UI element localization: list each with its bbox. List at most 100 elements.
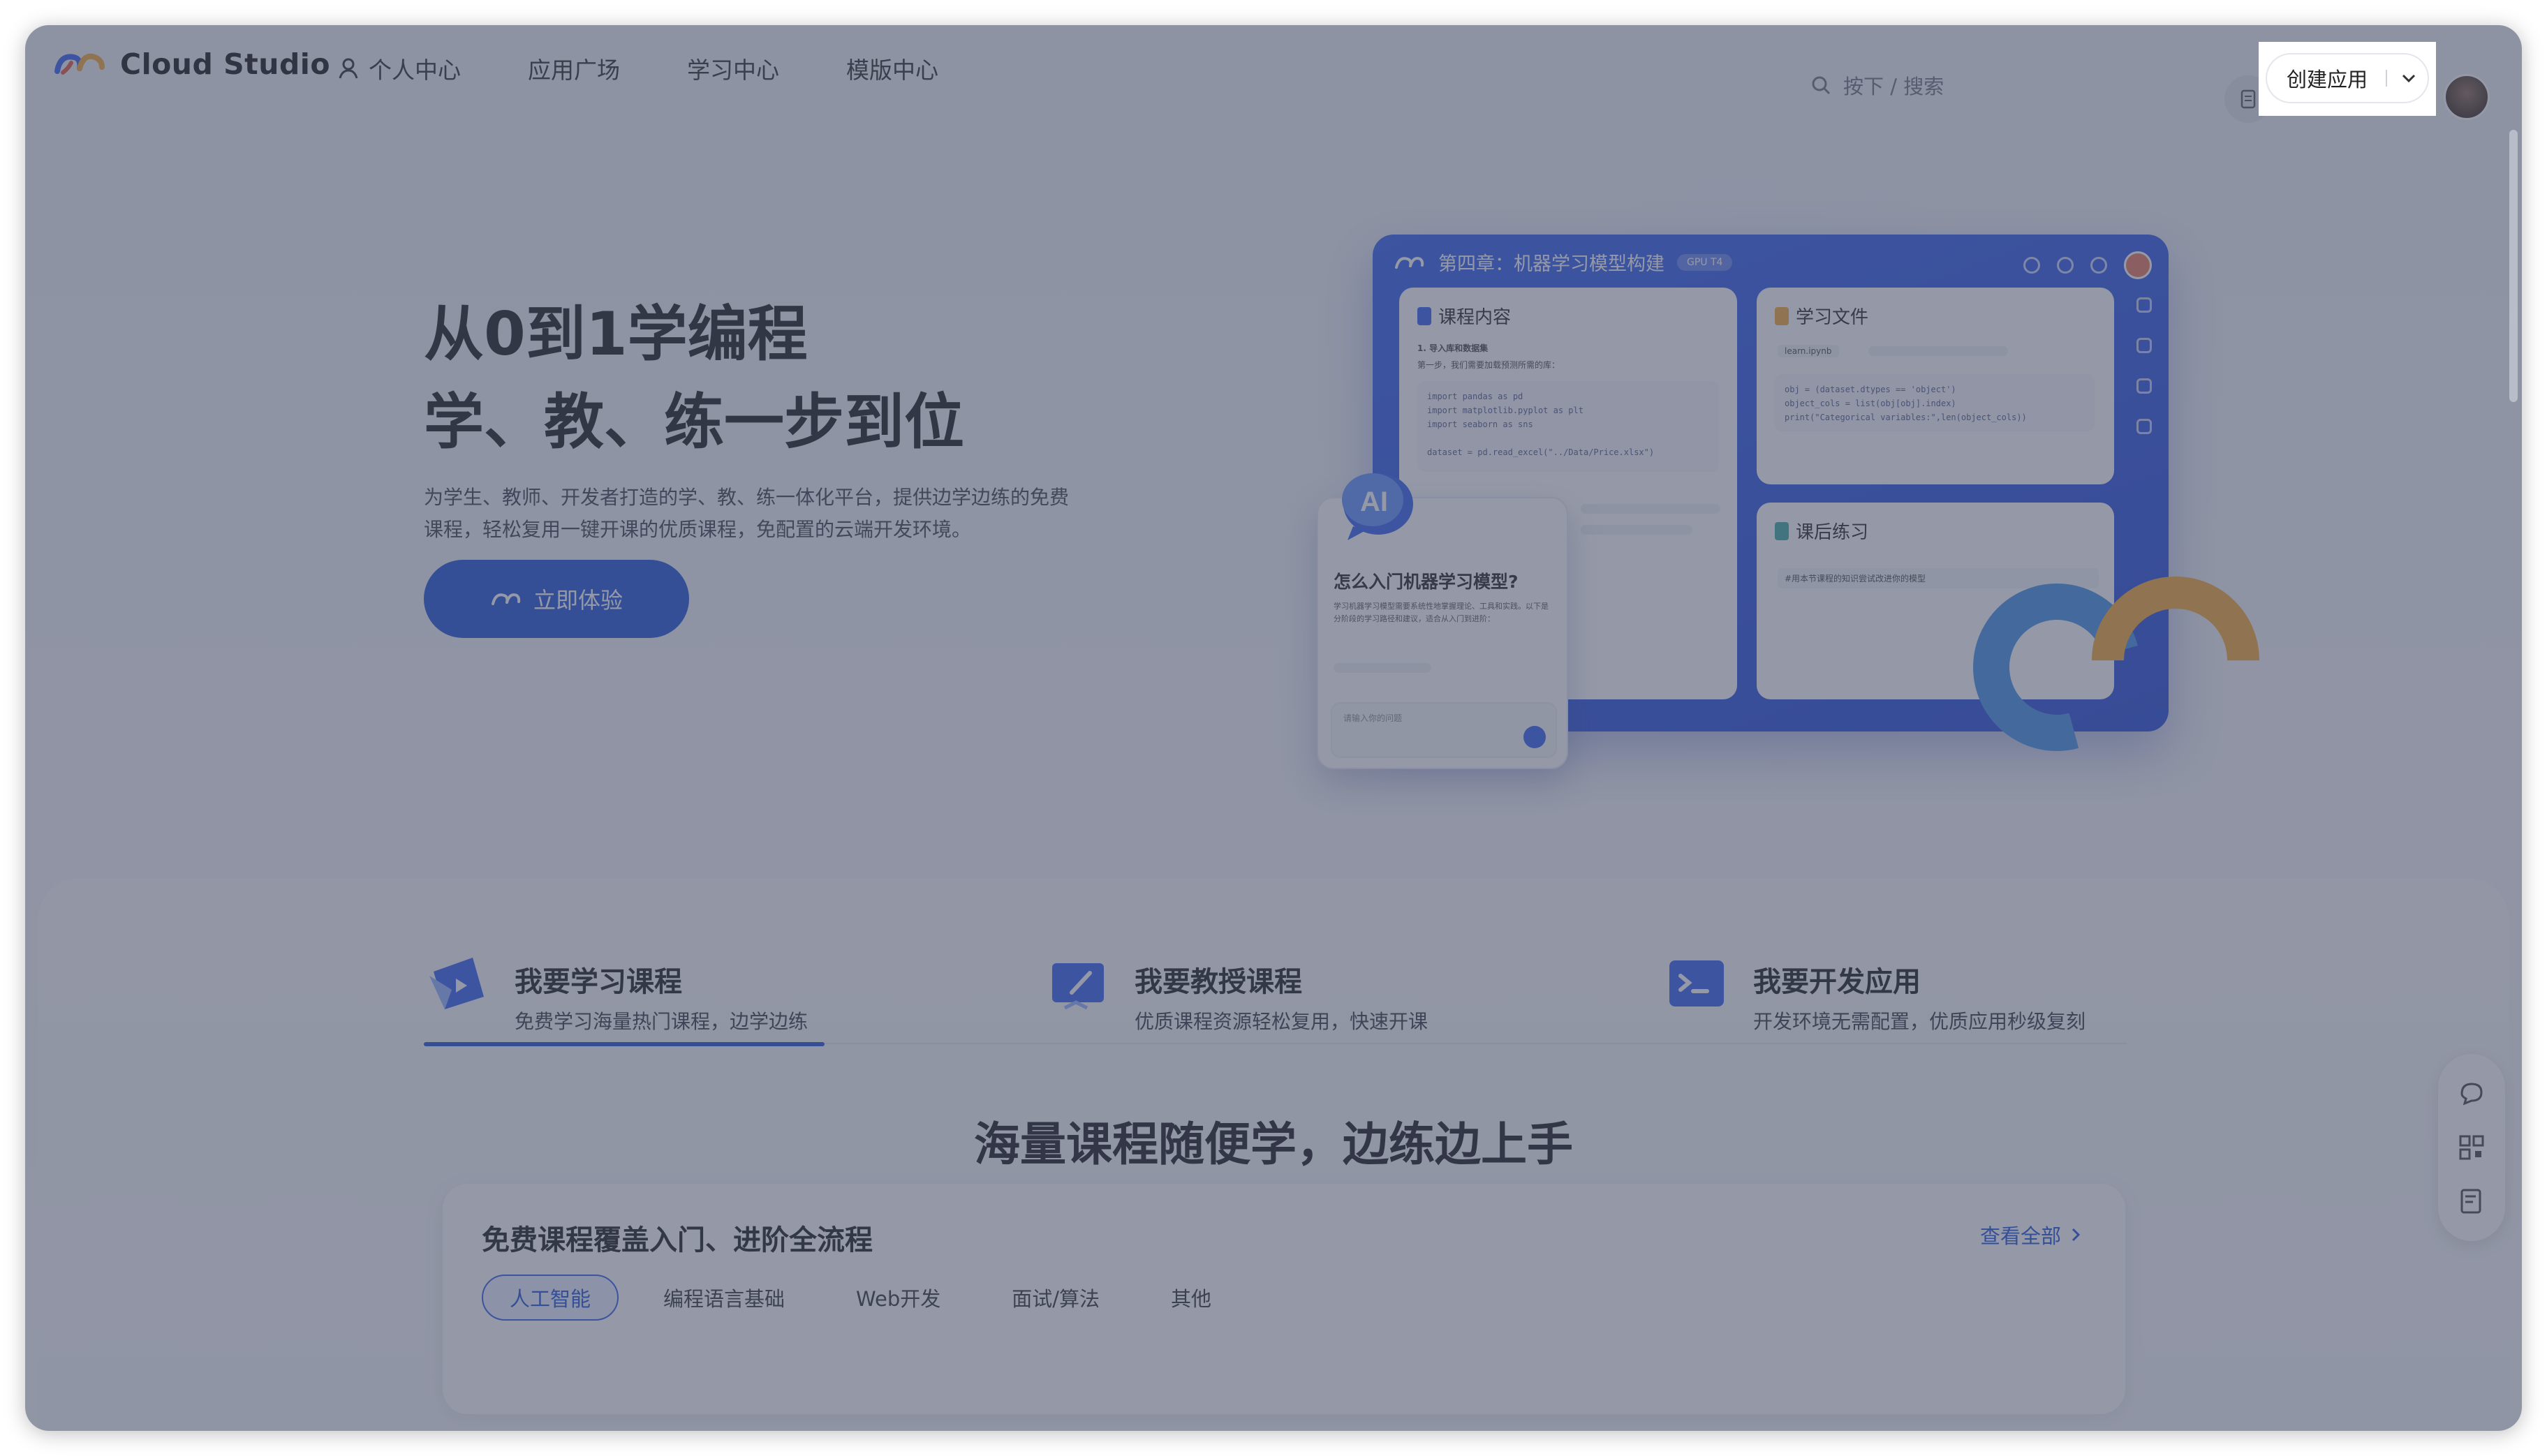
scrollbar[interactable] — [2509, 130, 2518, 402]
cloud-logo-icon — [1395, 256, 1424, 269]
learn-course-icon — [429, 958, 484, 1009]
refresh-icon — [2023, 257, 2040, 274]
divider — [2386, 70, 2388, 87]
chip-interview[interactable]: 面试/算法 — [985, 1275, 1126, 1321]
nav-item-personal[interactable]: 个人中心 — [337, 52, 461, 85]
tab-title: 我要学习课程 — [515, 966, 682, 998]
chip-language-basics[interactable]: 编程语言基础 — [637, 1275, 811, 1321]
search-hint: 按下 / 搜索 — [1843, 75, 1944, 98]
see-all-link[interactable]: 查看全部 — [1980, 1220, 2083, 1249]
top-header: Cloud Studio 个人中心 应用广场 学习中心 模版中心 按下 / 搜索 — [25, 25, 2522, 123]
chat-placeholder: 请输入你的问题 — [1343, 713, 1403, 723]
hero-title-line1: 从0到1学编程 — [424, 299, 808, 369]
ide-toolbar — [2023, 251, 2152, 279]
page: Cloud Studio 个人中心 应用广场 学习中心 模版中心 按下 / 搜索 — [25, 25, 2522, 1431]
tab-learn[interactable]: 我要学习课程 免费学习海量热门课程，边学边练 — [424, 933, 825, 1046]
code-block: import pandas as pd import matplotlib.py… — [1417, 381, 1719, 472]
nav-label: 应用广场 — [528, 57, 620, 84]
avatar[interactable] — [2444, 74, 2490, 120]
folder-icon — [1775, 306, 1789, 325]
logo[interactable]: Cloud Studio — [53, 47, 330, 81]
main-nav: 个人中心 应用广场 学习中心 模版中心 — [337, 52, 938, 85]
placeholder-bar — [1334, 663, 1431, 673]
hero-title: 从0到1学编程 学、教、练一步到位 — [424, 290, 964, 466]
category-chips: 人工智能 编程语言基础 Web开发 面试/算法 其他 — [482, 1275, 1238, 1321]
see-all-label: 查看全部 — [1979, 1224, 2061, 1248]
cloud-logo-icon — [54, 53, 105, 75]
teach-course-icon — [1052, 963, 1104, 1010]
hero-description: 为学生、教师、开发者打造的学、教、练一体化平台，提供边学边练的免费课程，轻松复用… — [424, 486, 1070, 541]
cta-label: 立即体验 — [533, 587, 623, 614]
placeholder-bar — [1581, 525, 1692, 535]
chat-input: 请输入你的问题 — [1331, 702, 1557, 758]
search-icon — [1812, 76, 1831, 95]
tab-text: 我要学习课程 免费学习海量热门课程，边学边练 — [515, 933, 808, 1044]
browser-window: Cloud Studio 个人中心 应用广场 学习中心 模版中心 按下 / 搜索 — [25, 25, 2522, 1431]
cloud-logo-icon — [491, 593, 521, 605]
search-box[interactable]: 按下 / 搜索 — [1810, 70, 1944, 100]
tab-subtitle: 优质课程资源轻松复用，快速开课 — [1135, 1010, 1428, 1033]
develop-app-icon — [1669, 960, 1724, 1006]
preview-icon — [2136, 419, 2152, 434]
tab-subtitle: 开发环境无需配置，优质应用秒级复刻 — [1753, 1010, 2086, 1033]
course-card: 免费课程覆盖入门、进阶全流程 查看全部 人工智能 编程语言基础 Web开发 面试… — [443, 1184, 2125, 1414]
feedback-icon[interactable] — [2456, 1186, 2487, 1217]
qrcode-icon[interactable] — [2456, 1132, 2487, 1163]
share-icon — [2136, 378, 2152, 394]
chip-other[interactable]: 其他 — [1144, 1275, 1238, 1321]
role-tabs: 我要学习课程 免费学习海量热门课程，边学边练 我要教授课程 优质课程资源轻松复用… — [424, 933, 2127, 1046]
settings-icon — [2090, 257, 2107, 274]
ide-titlebar: 第四章：机器学习模型构建 GPU T4 — [1394, 248, 1733, 276]
nav-label: 个人中心 — [369, 57, 461, 84]
hero-illustration: 第四章：机器学习模型构建 GPU T4 课程内容 1. 导入库和数据集 第一步，… — [1268, 165, 2294, 835]
create-app-button[interactable]: 创建应用 — [2267, 54, 2428, 102]
tab-text: 我要教授课程 优质课程资源轻松复用，快速开课 — [1135, 933, 1428, 1044]
nav-item-apps[interactable]: 应用广场 — [528, 52, 620, 85]
tab-title: 我要开发应用 — [1753, 966, 1921, 998]
gpu-badge: GPU T4 — [1677, 253, 1733, 271]
logo-text: Cloud Studio — [120, 47, 331, 81]
nav-label: 学习中心 — [687, 57, 779, 84]
practice-icon — [1775, 521, 1789, 540]
course-card-title: 免费课程覆盖入门、进阶全流程 — [482, 1224, 873, 1256]
ai-bubble-icon: AI — [1342, 473, 1413, 540]
ai-icon — [2136, 297, 2152, 313]
try-now-button[interactable]: 立即体验 — [424, 560, 689, 638]
nav-item-learning[interactable]: 学习中心 — [687, 52, 779, 85]
floating-toolbar — [2438, 1054, 2505, 1241]
chip-web[interactable]: Web开发 — [829, 1275, 967, 1321]
chip-ai[interactable]: 人工智能 — [482, 1275, 619, 1321]
panel-title: 学习文件 — [1775, 303, 1868, 329]
chat-answer: 学习机器学习模型需要系统性地掌握理论、工具和实践。以下是分阶段的学习路径和建议，… — [1334, 602, 1549, 623]
chat-question: 怎么入门机器学习模型? — [1334, 572, 1519, 592]
send-icon — [1523, 726, 1546, 748]
chevron-down-icon[interactable] — [2400, 69, 2418, 87]
user-icon — [339, 58, 358, 79]
course-line: 第一步，我们需要加载预测所需的库： — [1417, 360, 1560, 370]
active-tab-indicator — [424, 1042, 825, 1046]
create-app-label: 创建应用 — [2287, 68, 2368, 91]
tab-teach[interactable]: 我要教授课程 优质课程资源轻松复用，快速开课 — [1044, 933, 1428, 1044]
panel-study-files: 学习文件 learn.ipynb obj = (dataset.dtypes =… — [1757, 288, 2114, 484]
tab-text: 我要开发应用 开发环境无需配置，优质应用秒级复刻 — [1753, 933, 2085, 1044]
tab-subtitle: 免费学习海量热门课程，边学边练 — [515, 1010, 809, 1033]
hero-title-line2: 学、教、练一步到位 — [424, 387, 964, 457]
bookmark-icon — [1417, 306, 1431, 325]
help-icon — [2057, 257, 2074, 274]
placeholder-bar — [1868, 346, 2008, 356]
ide-avatar — [2124, 251, 2152, 279]
nav-item-templates[interactable]: 模版中心 — [846, 52, 938, 85]
nav-label: 模版中心 — [846, 57, 938, 84]
doc-icon — [2240, 89, 2256, 109]
ai-badge-text: AI — [1360, 486, 1388, 517]
create-app-highlight: 创建应用 — [2259, 42, 2436, 116]
placeholder-bar — [1581, 504, 1720, 514]
ide-sidebar — [2132, 297, 2156, 434]
chat-icon[interactable] — [2456, 1078, 2487, 1109]
panel-title: 课程内容 — [1417, 303, 1511, 329]
chat-icon — [2136, 338, 2152, 353]
panel-title: 课后练习 — [1775, 518, 1868, 544]
ide-title: 第四章：机器学习模型构建 — [1438, 253, 1664, 275]
code-block: obj = (dataset.dtypes == 'object') objec… — [1775, 374, 2095, 431]
tab-develop[interactable]: 我要开发应用 开发环境无需配置，优质应用秒级复刻 — [1662, 933, 2085, 1044]
